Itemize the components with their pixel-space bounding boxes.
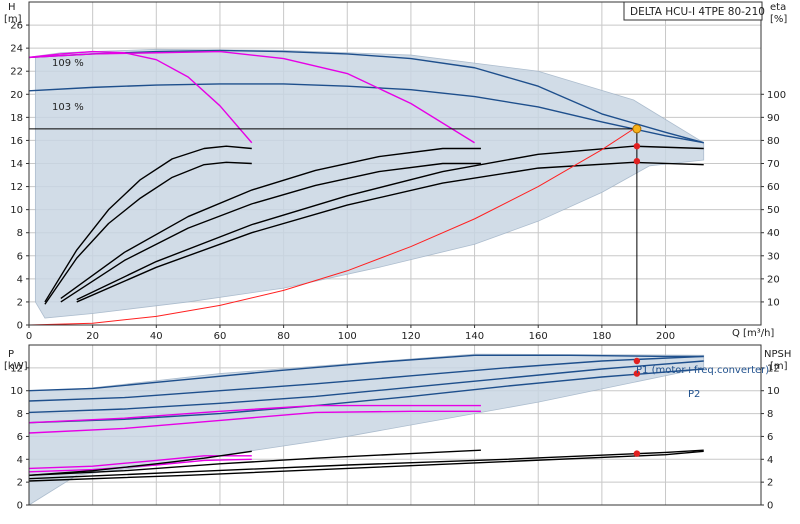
y2-tick-label: 4 bbox=[767, 455, 773, 466]
y-tick-label: 0 bbox=[17, 501, 23, 512]
eta-axis-unit: [%] bbox=[770, 14, 787, 25]
y-tick-label: 8 bbox=[17, 409, 23, 420]
operating-point-2 bbox=[633, 450, 641, 457]
y2-tick-label: 0 bbox=[767, 501, 773, 512]
chart-svg: 0246810121416182022242610203040506070809… bbox=[4, 1, 791, 512]
speed-annotation-103: 103 % bbox=[52, 102, 84, 113]
x-tick-label: 180 bbox=[592, 331, 611, 342]
x-tick-label: 60 bbox=[214, 331, 227, 342]
y-tick-label: 22 bbox=[10, 67, 23, 78]
y-tick-label: 20 bbox=[10, 90, 23, 101]
x-tick-label: 0 bbox=[26, 331, 32, 342]
x-tick-label: 40 bbox=[150, 331, 163, 342]
operating-point-1 bbox=[633, 142, 641, 150]
y2-tick-label: 100 bbox=[767, 90, 786, 101]
y-tick-label: 16 bbox=[10, 136, 23, 147]
y-tick-label: 6 bbox=[17, 432, 23, 443]
x-tick-label: 20 bbox=[86, 331, 99, 342]
legend-p1: P1 (motor+freq.converter) bbox=[636, 365, 769, 376]
y-tick-label: 10 bbox=[10, 205, 23, 216]
npsh-axis-symbol: NPSH bbox=[764, 349, 791, 360]
y2-tick-label: 90 bbox=[767, 113, 780, 124]
y2-tick-label: 2 bbox=[767, 478, 773, 489]
y-tick-label: 4 bbox=[17, 455, 23, 466]
y-tick-label: 14 bbox=[10, 159, 23, 170]
flow-axis-label: Q [m³/h] bbox=[732, 328, 774, 339]
npsh-axis-unit: [m] bbox=[770, 361, 788, 372]
x-tick-label: 160 bbox=[529, 331, 548, 342]
y2-tick-label: 6 bbox=[767, 432, 773, 443]
head-chart: 0246810121416182022242610203040506070809… bbox=[10, 1, 786, 342]
y-tick-label: 6 bbox=[17, 251, 23, 262]
power-axis-unit: [kW] bbox=[4, 361, 28, 372]
y2-tick-label: 60 bbox=[767, 182, 780, 193]
y-tick-label: 2 bbox=[17, 297, 23, 308]
y2-tick-label: 20 bbox=[767, 274, 780, 285]
y-tick-label: 10 bbox=[10, 386, 23, 397]
y2-tick-label: 70 bbox=[767, 159, 780, 170]
speed-annotation-109: 109 % bbox=[52, 58, 84, 69]
head-axis-unit: [m] bbox=[4, 14, 22, 25]
x-tick-label: 80 bbox=[277, 331, 290, 342]
y-tick-label: 0 bbox=[17, 321, 23, 332]
legend-p2: P2 bbox=[688, 389, 700, 400]
operating-point-2 bbox=[633, 157, 641, 165]
y-tick-label: 8 bbox=[17, 228, 23, 239]
x-tick-label: 120 bbox=[401, 331, 420, 342]
head-axis-symbol: H bbox=[8, 2, 16, 13]
y-tick-label: 2 bbox=[17, 478, 23, 489]
y2-tick-label: 50 bbox=[767, 205, 780, 216]
y2-tick-label: 80 bbox=[767, 136, 780, 147]
eta-axis-symbol: eta bbox=[770, 2, 786, 13]
chart-title: DELTA HCU-I 4TPE 80-210 bbox=[630, 6, 765, 18]
y2-tick-label: 10 bbox=[767, 297, 780, 308]
x-tick-label: 140 bbox=[465, 331, 484, 342]
x-tick-label: 200 bbox=[656, 331, 675, 342]
y-tick-label: 24 bbox=[10, 44, 23, 55]
y2-tick-label: 10 bbox=[767, 386, 780, 397]
duty-point bbox=[632, 124, 642, 134]
operating-point-0 bbox=[633, 357, 641, 365]
power-axis-symbol: P bbox=[8, 349, 14, 360]
y2-tick-label: 30 bbox=[767, 251, 780, 262]
y2-tick-label: 8 bbox=[767, 409, 773, 420]
y-tick-label: 12 bbox=[10, 182, 23, 193]
y-tick-label: 18 bbox=[10, 113, 23, 124]
pump-curve-chart: 0 2 4 6 8 10 12 14 16 18 20 22 24 26 10 20 30 40 50 60 70 80 9… bbox=[0, 0, 800, 520]
x-tick-label: 100 bbox=[338, 331, 357, 342]
y2-tick-label: 40 bbox=[767, 228, 780, 239]
y-tick-label: 4 bbox=[17, 274, 23, 285]
